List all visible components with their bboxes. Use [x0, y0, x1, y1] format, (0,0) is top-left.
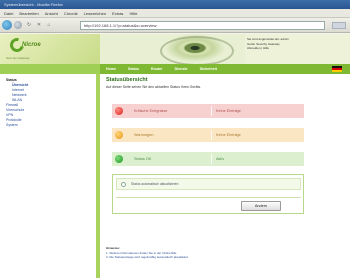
- hint-line[interactable]: 2. Die Statusanzeige wird regelmäßig aut…: [106, 255, 346, 260]
- address-bar[interactable]: http://192.168.1.1/?p=status&s=overview: [80, 21, 325, 30]
- logo[interactable]: Nicroe Security Gateway: [0, 34, 100, 64]
- menu-edit[interactable]: Bearbeiten: [19, 9, 38, 17]
- green-status-icon: [115, 155, 123, 163]
- menu-bookmarks[interactable]: Lesezeichen: [84, 9, 106, 17]
- nav-router[interactable]: Router: [151, 67, 163, 71]
- browser-window: Systemübersicht - Mozilla Firefox Datei …: [0, 0, 350, 278]
- status-card-critical[interactable]: Kritische Ereignisse Keine Einträge: [112, 104, 304, 118]
- header-info: Sie sind angemeldet als: admin Gerät: Se…: [247, 37, 347, 51]
- menu-help[interactable]: Hilfe: [129, 9, 137, 17]
- panel-option-row[interactable]: Status automatisch aktualisieren: [116, 178, 301, 190]
- status-value: Keine Einträge: [216, 133, 241, 137]
- change-button[interactable]: Ändern: [241, 201, 281, 211]
- reload-icon[interactable]: ↻: [26, 22, 32, 28]
- header-info-links[interactable]: Abmelden | Hilfe: [247, 46, 347, 51]
- nav-security[interactable]: Sicherheit: [200, 67, 217, 71]
- amber-status-icon: [115, 131, 123, 139]
- settings-panel: Status automatisch aktualisieren Ändern: [112, 174, 304, 214]
- nav-services[interactable]: Dienste: [175, 67, 188, 71]
- main-navigation: Home Status Router Dienste Sicherheit: [100, 64, 350, 74]
- menu-history[interactable]: Chronik: [64, 9, 78, 17]
- status-value: Aktiv: [216, 157, 225, 161]
- menu-tools[interactable]: Extras: [112, 9, 123, 17]
- language-flag-icon[interactable]: [332, 66, 342, 72]
- sidebar-item-system[interactable]: System: [6, 123, 18, 128]
- menu-file[interactable]: Datei: [4, 9, 13, 17]
- logo-text: Nicroe: [22, 42, 41, 48]
- window-title: Systemübersicht - Mozilla Firefox: [0, 0, 350, 9]
- sidebar: Status Übersicht Internet Netzwerk WLAN …: [0, 74, 100, 278]
- stop-icon[interactable]: ✕: [36, 22, 42, 28]
- status-card-warning[interactable]: Warnungen Keine Einträge: [112, 128, 304, 142]
- status-label: Status OK: [134, 157, 152, 161]
- main-content: Statusübersicht Auf dieser Seite sehen S…: [104, 74, 350, 278]
- page-intro: Auf dieser Seite sehen Sie den aktuellen…: [106, 85, 202, 89]
- card-divider: [211, 154, 212, 164]
- red-status-icon: [115, 107, 123, 115]
- option-radio[interactable]: [121, 182, 126, 187]
- nav-status[interactable]: Status: [128, 67, 139, 71]
- panel-divider: [116, 197, 301, 198]
- status-label: Kritische Ereignisse: [134, 109, 168, 113]
- status-card-ok[interactable]: Status OK Aktiv: [112, 152, 304, 166]
- navigation-toolbar: ↻ ✕ ⌂ http://192.168.1.1/?p=status&s=ove…: [0, 18, 350, 33]
- page-title: Statusübersicht: [106, 77, 148, 83]
- nav-home[interactable]: Home: [106, 67, 116, 71]
- card-divider: [211, 130, 212, 140]
- card-divider: [211, 106, 212, 116]
- option-label: Status automatisch aktualisieren: [131, 182, 179, 186]
- search-box[interactable]: [332, 22, 346, 29]
- status-label: Warnungen: [134, 133, 154, 137]
- sidebar-header-band: [0, 64, 100, 74]
- home-icon[interactable]: ⌂: [46, 22, 52, 28]
- hints-section: Hinweise: 1. Weitere Informationen finde…: [106, 246, 346, 260]
- web-page: Nicroe Security Gateway Sie sind angemel…: [0, 34, 350, 278]
- status-value: Keine Einträge: [216, 109, 241, 113]
- header-eye-image: [100, 34, 245, 66]
- logo-subtitle: Security Gateway: [6, 56, 30, 60]
- back-button[interactable]: [2, 20, 12, 30]
- menu-view[interactable]: Ansicht: [45, 9, 58, 17]
- forward-button[interactable]: [14, 21, 22, 29]
- menu-bar: Datei Bearbeiten Ansicht Chronik Lesezei…: [0, 9, 350, 18]
